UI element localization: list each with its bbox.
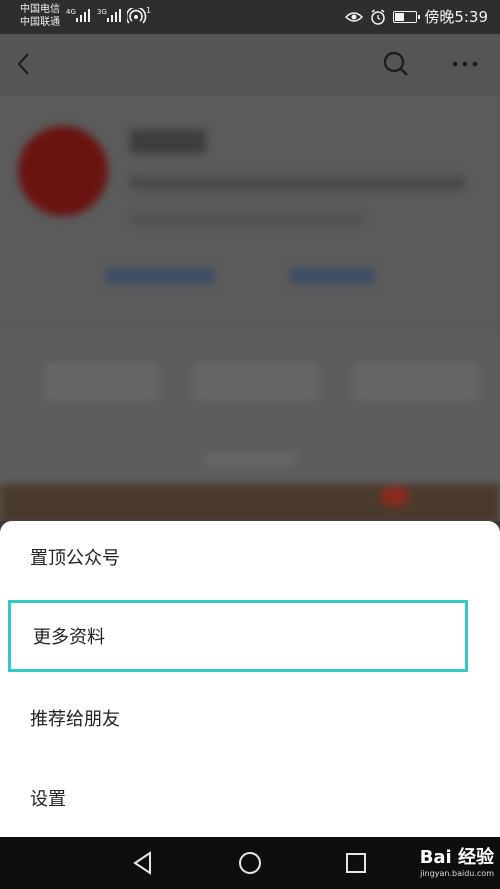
nav-recents-icon[interactable]: [345, 852, 367, 874]
menu-item-label: 设置: [30, 789, 66, 810]
network-type-2: 3G: [97, 8, 107, 16]
back-arrow-icon[interactable]: [16, 52, 32, 76]
hotspot-icon: [127, 8, 147, 24]
menu-pill-2: [195, 364, 317, 400]
signal-icon-2: [107, 8, 121, 22]
status-bar: 中国电信 中国联通 4G 3G 1 傍晚5:39: [0, 0, 500, 34]
action-link-placeholder-2: [290, 268, 375, 284]
more-options-icon[interactable]: [452, 60, 478, 68]
clock: 傍晚5:39: [424, 8, 488, 26]
system-nav-bar: Bai 经验 jingyan.baidu.com: [0, 837, 500, 889]
account-avatar: [18, 126, 108, 216]
carrier-2: 中国联通: [20, 17, 60, 28]
menu-item-label: 置顶公众号: [30, 548, 120, 569]
nav-back-icon[interactable]: [132, 851, 154, 875]
account-name-placeholder: [130, 130, 206, 154]
watermark-url: jingyan.baidu.com: [420, 869, 494, 878]
action-link-placeholder-1: [105, 268, 215, 284]
eye-comfort-icon: [345, 11, 364, 22]
search-icon[interactable]: [382, 50, 410, 78]
menu-item-pin-official-account[interactable]: 置顶公众号: [8, 521, 468, 593]
carrier-labels: 中国电信 中国联通: [20, 3, 60, 29]
menu-item-label: 推荐给朋友: [30, 709, 120, 730]
nav-home-icon[interactable]: [238, 851, 262, 875]
menu-item-more-info[interactable]: 更多资料: [8, 600, 468, 672]
baidu-jingyan-watermark: Bai 经验 jingyan.baidu.com: [420, 843, 494, 878]
image-red-spot: [380, 486, 410, 506]
action-sheet: 置顶公众号 更多资料 推荐给朋友 设置: [0, 521, 500, 837]
status-right: 傍晚5:39: [345, 6, 488, 27]
account-desc-placeholder: [130, 176, 465, 190]
account-meta-placeholder: [130, 214, 365, 224]
hotspot-count: 1: [146, 6, 152, 15]
signal-icon-1: [76, 8, 90, 22]
image-strip-placeholder: [0, 484, 500, 521]
menu-item-recommend-to-friend[interactable]: 推荐给朋友: [8, 682, 468, 754]
alarm-icon: [371, 8, 386, 25]
watermark-text: Bai 经验: [419, 847, 494, 868]
caption-placeholder: [205, 452, 295, 466]
battery-icon: [393, 10, 421, 23]
network-type-1: 4G: [66, 8, 76, 16]
menu-pill-1: [45, 364, 157, 400]
top-app-bar: [0, 34, 500, 96]
carrier-1: 中国电信: [20, 4, 60, 15]
dimmed-background-page[interactable]: [0, 34, 500, 521]
menu-item-label: 更多资料: [33, 627, 105, 648]
menu-item-settings[interactable]: 设置: [8, 762, 468, 834]
menu-pill-3: [355, 364, 477, 400]
